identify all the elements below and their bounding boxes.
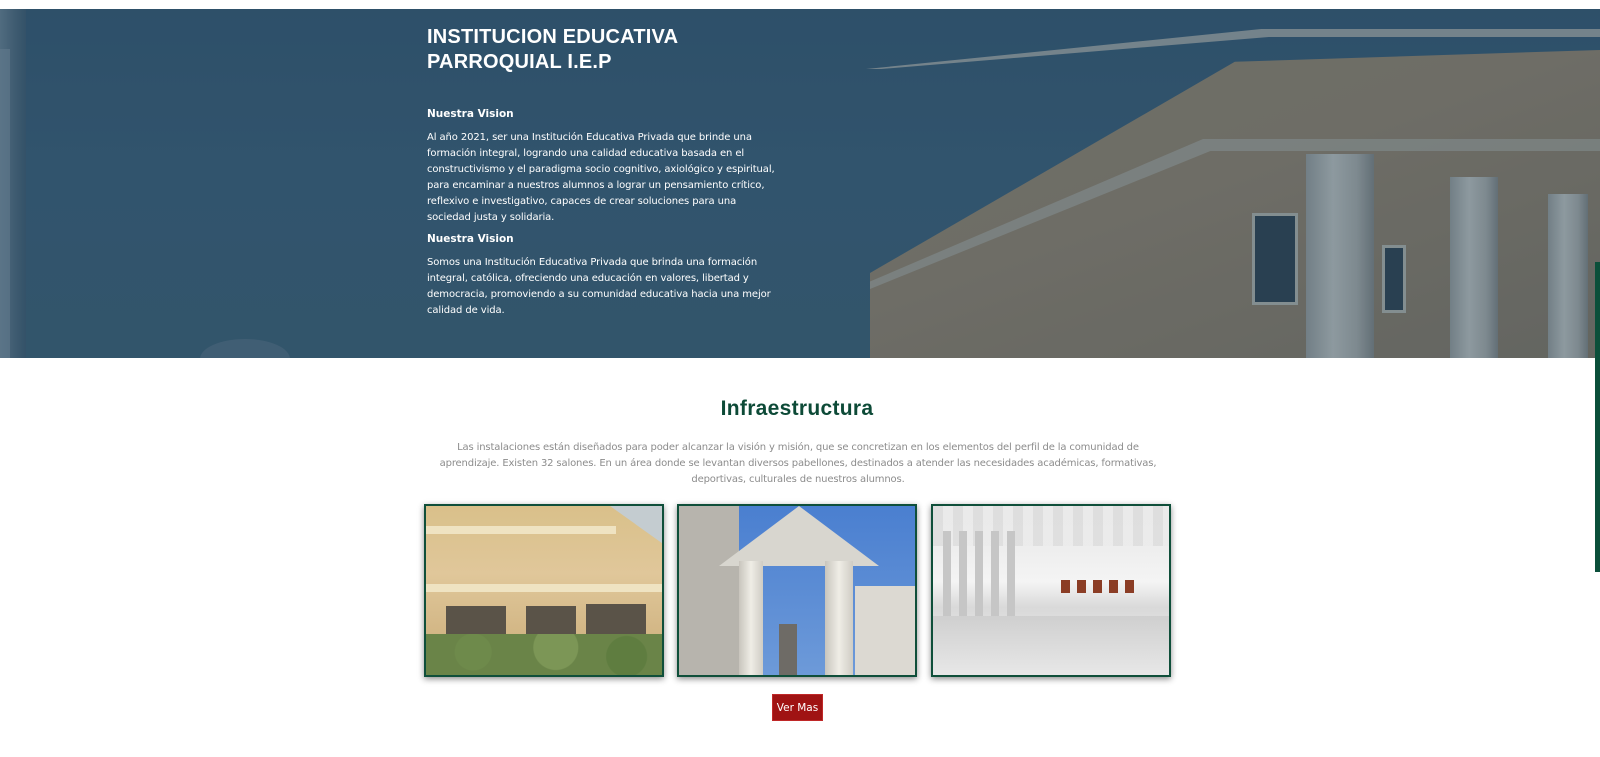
photo-pillar bbox=[959, 531, 967, 626]
photo-painting bbox=[1093, 580, 1102, 593]
mission-heading: Nuestra Vision bbox=[427, 233, 514, 245]
mission-text: Somos una Institución Educativa Privada … bbox=[427, 257, 771, 316]
title-line-2: PARROQUIAL I.E.P bbox=[427, 51, 612, 73]
hero-content: INSTITUCION EDUCATIVA PARROQUIAL I.E.P N… bbox=[427, 25, 782, 319]
photo-column bbox=[825, 561, 853, 675]
photo-floor bbox=[933, 616, 1169, 675]
hero-overlay bbox=[0, 9, 1600, 358]
photo-balcony bbox=[426, 584, 662, 592]
infra-photo-entrance[interactable] bbox=[677, 504, 917, 677]
photo-painting bbox=[1061, 580, 1070, 593]
side-accent-bar bbox=[1595, 262, 1600, 572]
photo-painting bbox=[1109, 580, 1118, 593]
vision-heading: Nuestra Vision bbox=[427, 108, 514, 120]
photo-pillar bbox=[991, 531, 999, 626]
photo-painting bbox=[1125, 580, 1134, 593]
photo-door bbox=[779, 624, 797, 675]
photo-pillar bbox=[1007, 531, 1015, 626]
institution-title: INSTITUCION EDUCATIVA PARROQUIAL I.E.P bbox=[427, 25, 782, 75]
photo-pillar bbox=[943, 531, 951, 626]
top-strip bbox=[0, 0, 1600, 9]
vision-text: Al año 2021, ser una Institución Educati… bbox=[427, 132, 775, 223]
infra-photo-hall[interactable] bbox=[931, 504, 1171, 677]
photo-column bbox=[739, 561, 763, 675]
photo-painting bbox=[1077, 580, 1086, 593]
ver-mas-button[interactable]: Ver Mas bbox=[772, 694, 823, 721]
hero-banner: INSTITUCION EDUCATIVA PARROQUIAL I.E.P N… bbox=[0, 9, 1600, 358]
photo-pillar bbox=[975, 531, 983, 626]
photo-bushes bbox=[426, 634, 662, 675]
infraestructura-description: Las instalaciones están diseñados para p… bbox=[439, 442, 1157, 485]
infra-photo-building[interactable] bbox=[424, 504, 664, 677]
title-line-1: INSTITUCION EDUCATIVA bbox=[427, 26, 679, 48]
infraestructura-title: Infraestructura bbox=[720, 397, 874, 420]
photo-ceiling bbox=[933, 506, 1169, 546]
photo-balcony bbox=[426, 526, 616, 534]
photo-wall bbox=[679, 506, 739, 675]
photo-side-wall bbox=[855, 586, 915, 675]
